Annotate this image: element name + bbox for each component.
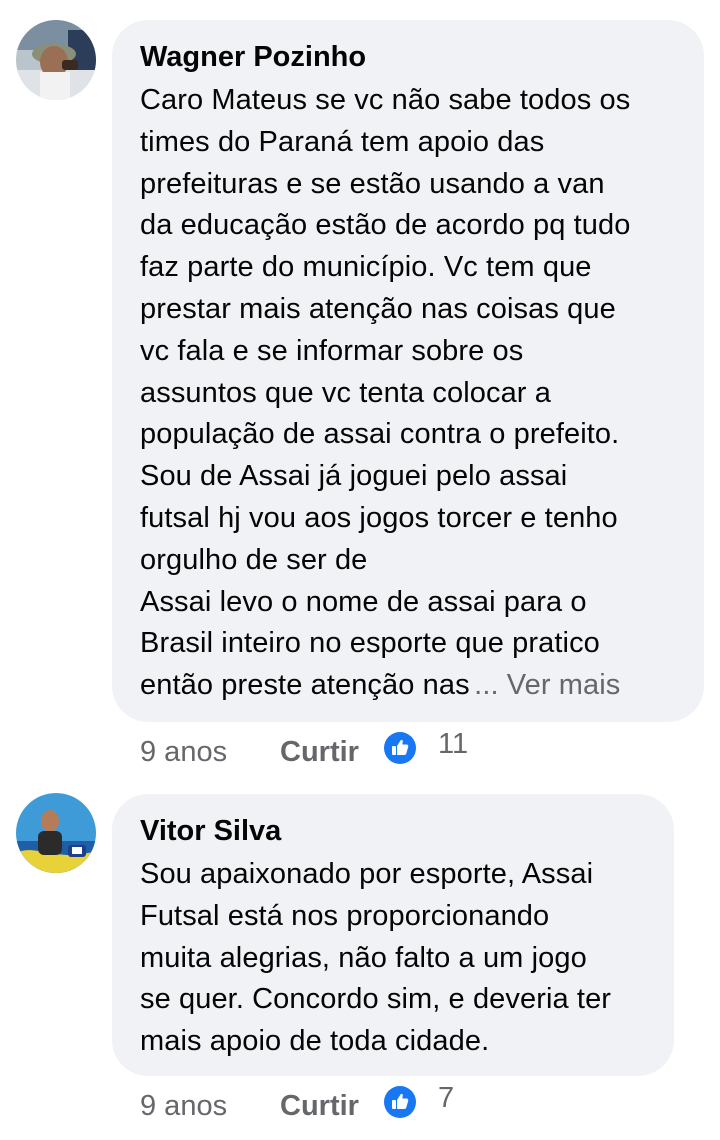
thumbs-up-icon [384, 1086, 416, 1118]
like-button[interactable]: Curtir [280, 1090, 359, 1123]
avatar-photo-icon [16, 793, 96, 873]
comment-bubble: Wagner Pozinho Caro Mateus se vc não sab… [112, 20, 704, 722]
comment-actions: 9 anos Curtir 11 [140, 728, 700, 776]
comment-author[interactable]: Wagner Pozinho [140, 40, 676, 74]
comment-body: Caro Mateus se vc não sabe todos os time… [140, 80, 676, 707]
comment-text: Sou apaixonado por esporte, Assai Futsal… [140, 858, 612, 1058]
avatar-photo-icon [16, 20, 96, 100]
comment-text: Caro Mateus se vc não sabe todos os time… [140, 84, 631, 702]
comment-author[interactable]: Vitor Silva [140, 814, 646, 848]
avatar[interactable] [16, 793, 96, 873]
thumbs-up-icon [384, 732, 416, 764]
see-more-link[interactable]: ... Ver mais [474, 669, 620, 701]
avatar[interactable] [16, 20, 96, 100]
like-count[interactable]: 7 [438, 1082, 454, 1115]
comment-bubble: Vitor Silva Sou apaixonado por esporte, … [112, 794, 674, 1076]
comment-timestamp[interactable]: 9 anos [140, 1090, 227, 1123]
comment-timestamp[interactable]: 9 anos [140, 736, 227, 769]
like-button[interactable]: Curtir [280, 736, 359, 769]
like-count[interactable]: 11 [438, 728, 468, 761]
comment-actions: 9 anos Curtir 7 [140, 1082, 700, 1130]
